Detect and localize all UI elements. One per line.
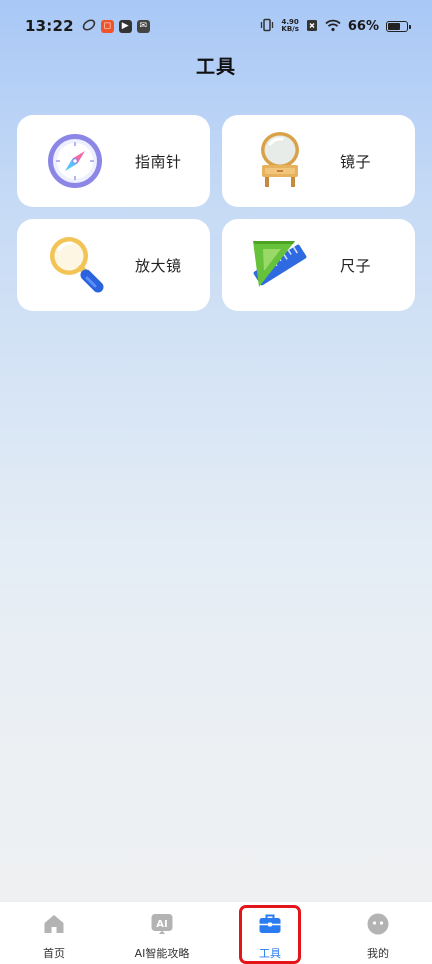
tool-label-magnifier: 放大镜 [135, 256, 182, 275]
nav-item-tools[interactable]: 工具 [216, 902, 324, 964]
svg-text:AI: AI [156, 919, 167, 930]
battery-percent: 66% [347, 18, 379, 34]
nav-label-tools: 工具 [259, 947, 281, 960]
nav-label-ai: AI智能攻略 [134, 947, 190, 960]
net-speed-unit: KB/s [281, 25, 299, 33]
app-notification-icon [82, 17, 96, 36]
message-app-icon: ✉ [136, 19, 150, 33]
nav-item-profile[interactable]: 我的 [324, 902, 432, 964]
sim-off-icon [306, 17, 318, 36]
tool-label-mirror: 镜子 [340, 152, 372, 171]
tool-label-compass: 指南针 [135, 152, 182, 171]
bottom-nav: 首页 AI AI智能攻略 工具 我的 [0, 901, 432, 964]
wifi-icon [325, 17, 341, 36]
ai-icon: AI [150, 913, 174, 939]
toolbox-icon [258, 913, 282, 939]
magnifier-icon [43, 233, 107, 297]
video-app-icon: ▶ [118, 19, 132, 33]
page-title: 工具 [195, 56, 236, 78]
status-bar: 13:22 ◻ ▶ ✉ 4.90 KB/s 66% [0, 0, 432, 52]
tool-label-ruler: 尺子 [340, 256, 372, 275]
tool-card-ruler[interactable]: 尺子 [222, 219, 415, 311]
tool-card-mirror[interactable]: 镜子 [222, 115, 415, 207]
home-icon [42, 913, 66, 939]
status-time: 13:22 [25, 17, 74, 35]
battery-icon [386, 20, 411, 32]
tool-card-magnifier[interactable]: 放大镜 [17, 219, 210, 311]
shopping-app-icon: ◻ [100, 19, 114, 33]
ruler-icon [248, 233, 312, 297]
mirror-icon [248, 129, 312, 193]
nav-item-ai[interactable]: AI AI智能攻略 [108, 902, 216, 964]
notification-icons: ◻ ▶ ✉ [82, 17, 150, 36]
nav-item-home[interactable]: 首页 [0, 902, 108, 964]
nav-label-home: 首页 [43, 947, 65, 960]
profile-icon [366, 913, 390, 939]
compass-icon [43, 129, 107, 193]
network-speed: 4.90 KB/s [281, 19, 298, 33]
vibrate-icon [260, 17, 274, 36]
nav-label-profile: 我的 [367, 947, 389, 960]
tool-card-compass[interactable]: 指南针 [17, 115, 210, 207]
